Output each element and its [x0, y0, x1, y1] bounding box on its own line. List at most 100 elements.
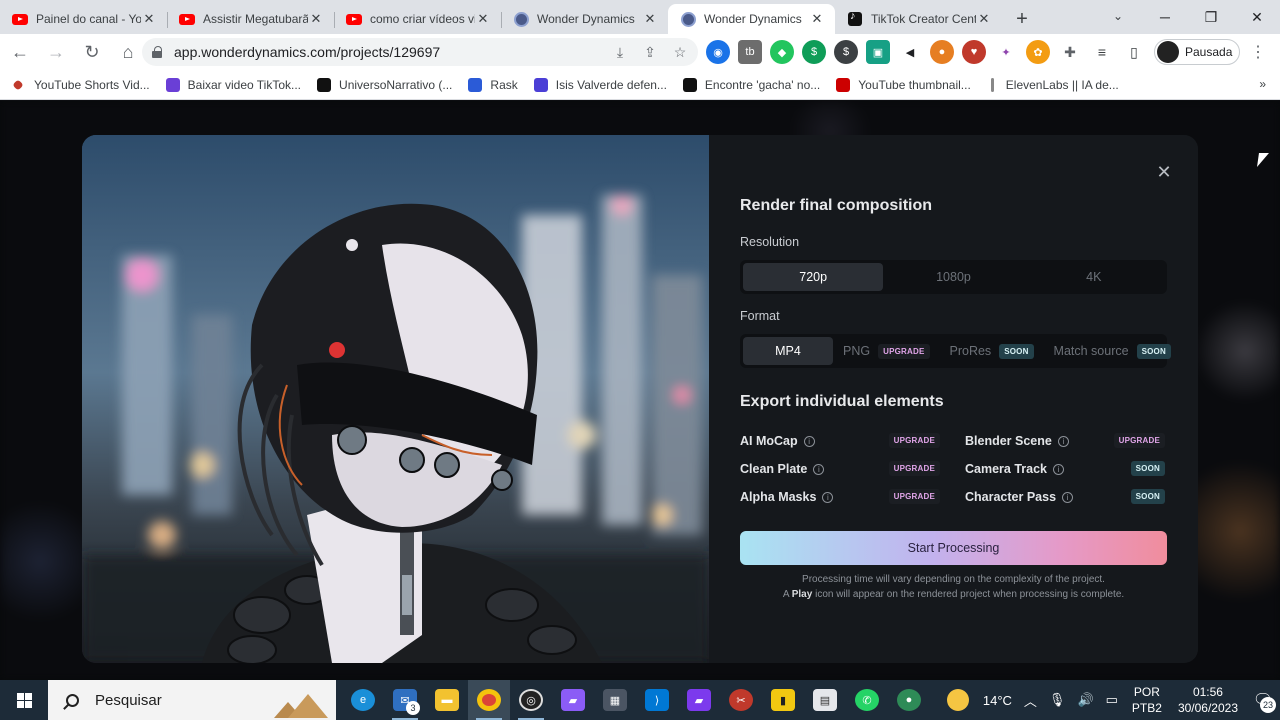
sparkle-extension-icon[interactable]: ✦: [994, 40, 1018, 64]
profile-button[interactable]: Pausada: [1154, 39, 1240, 65]
taskbar-app-explorer[interactable]: ▬: [426, 680, 468, 720]
format-option-png[interactable]: PNG UPGRADE: [833, 337, 940, 365]
taskbar-app-snipping[interactable]: ✂: [720, 680, 762, 720]
close-icon[interactable]: ✕: [1153, 161, 1175, 183]
extension-icon[interactable]: ♥: [962, 40, 986, 64]
element-blender-scene[interactable]: Blender Scene i UPGRADE: [965, 432, 1165, 450]
info-icon[interactable]: i: [1062, 491, 1074, 503]
mail-badge: 3: [406, 701, 420, 715]
browser-tab[interactable]: Assistir Megatubarão 2 ✕: [167, 4, 334, 34]
close-tab-icon[interactable]: ✕: [809, 11, 825, 27]
element-alpha-masks[interactable]: Alpha Masks i UPGRADE: [740, 488, 940, 506]
close-tab-icon[interactable]: ✕: [642, 11, 658, 27]
puzzle-extensions-icon[interactable]: ✚: [1058, 40, 1082, 64]
taskbar-app-mail[interactable]: ✉ 3: [384, 680, 426, 720]
bookmark-star-icon[interactable]: ☆: [670, 42, 690, 62]
bookmark-item[interactable]: YouTube Shorts Vid...: [12, 78, 150, 92]
volume-icon[interactable]: 🔊: [1077, 692, 1093, 708]
element-character-pass[interactable]: Character Pass i SOON: [965, 488, 1165, 506]
format-option-mp4[interactable]: MP4: [743, 337, 833, 365]
share-icon[interactable]: ⇪: [640, 42, 660, 62]
install-app-icon[interactable]: ⤓: [610, 42, 630, 62]
weather-icon[interactable]: [946, 689, 969, 711]
close-window-icon[interactable]: ✕: [1234, 0, 1280, 34]
taskbar-app-whatsapp[interactable]: ✆: [846, 680, 888, 720]
extension-icon[interactable]: ◆: [770, 40, 794, 64]
close-tab-icon[interactable]: ✕: [475, 11, 491, 27]
dollar-extension-icon[interactable]: $: [834, 40, 858, 64]
format-option-match-source[interactable]: Match source SOON: [1044, 337, 1181, 365]
taskbar-app-vscode[interactable]: ⟩: [636, 680, 678, 720]
browser-tab[interactable]: TikTok Creator Center ✕: [835, 4, 1002, 34]
extension-icon[interactable]: ✿: [1026, 40, 1050, 64]
info-icon[interactable]: i: [803, 435, 815, 447]
address-bar[interactable]: app.wonderdynamics.com/projects/129697 ⤓…: [142, 38, 698, 66]
close-tab-icon[interactable]: ✕: [308, 11, 324, 27]
lock-icon[interactable]: [152, 46, 162, 58]
info-icon[interactable]: i: [822, 491, 834, 503]
taskbar-app-obs[interactable]: ◎: [510, 680, 552, 720]
info-icon[interactable]: i: [1053, 463, 1065, 475]
extension-icon[interactable]: tb: [738, 40, 762, 64]
taskbar-app-maps[interactable]: ●: [888, 680, 930, 720]
side-panel-icon[interactable]: ▯: [1124, 42, 1144, 62]
extension-icon[interactable]: ●: [930, 40, 954, 64]
format-option-prores[interactable]: ProRes SOON: [940, 337, 1044, 365]
speaker-extension-icon[interactable]: ◀: [898, 40, 922, 64]
dollar-extension-icon[interactable]: $: [802, 40, 826, 64]
info-icon[interactable]: i: [1057, 435, 1069, 447]
taskbar-app-power-bi[interactable]: ▮: [762, 680, 804, 720]
taskbar-app-notepad[interactable]: ▤: [804, 680, 846, 720]
resolution-option-720p[interactable]: 720p: [743, 263, 884, 291]
browser-tab-active[interactable]: Wonder Dynamics ✕: [668, 4, 835, 34]
bookmark-item[interactable]: ElevenLabs || IA de...: [987, 77, 1119, 92]
bookmark-item[interactable]: UniversoNarrativo (...: [317, 77, 452, 92]
keyboard-layout[interactable]: POR PTB2: [1132, 684, 1162, 716]
taskbar-app-calculator[interactable]: ▦: [594, 680, 636, 720]
close-tab-icon[interactable]: ✕: [141, 11, 157, 27]
element-clean-plate[interactable]: Clean Plate i UPGRADE: [740, 460, 940, 478]
reading-list-icon[interactable]: ≡: [1092, 42, 1112, 62]
taskbar-search-box[interactable]: Pesquisar: [48, 680, 336, 720]
new-tab-button[interactable]: +: [1002, 4, 1042, 34]
bookmark-item[interactable]: Isis Valverde defen...: [533, 77, 667, 92]
taskbar-app-clipchamp-2[interactable]: ▰: [678, 680, 720, 720]
more-bookmarks-icon[interactable]: »: [1259, 77, 1266, 91]
bookmark-item[interactable]: Encontre 'gacha' no...: [682, 77, 820, 92]
extension-icon[interactable]: ◉: [706, 40, 730, 64]
forward-arrow-icon[interactable]: →: [40, 36, 72, 68]
bookmark-item[interactable]: Rask: [468, 77, 518, 92]
back-arrow-icon[interactable]: ←: [4, 36, 36, 68]
extension-icon[interactable]: ▣: [866, 40, 890, 64]
bookmark-item[interactable]: Baixar video TikTok...: [165, 77, 302, 92]
home-icon[interactable]: ⌂: [112, 36, 144, 68]
menu-kebab-icon[interactable]: ⋮: [1248, 42, 1268, 62]
taskbar-app-chrome[interactable]: [468, 680, 510, 720]
minimize-icon[interactable]: ─: [1142, 0, 1188, 34]
bookmark-item[interactable]: YouTube thumbnail...: [836, 77, 971, 92]
resolution-option-1080p[interactable]: 1080p: [883, 263, 1023, 291]
element-ai-mocap[interactable]: AI MoCap i UPGRADE: [740, 432, 940, 450]
bookmark-label: Baixar video TikTok...: [187, 77, 302, 92]
browser-tab[interactable]: Painel do canal - YouTube Studio ✕: [0, 4, 167, 34]
reload-icon[interactable]: ↻: [76, 36, 108, 68]
show-hidden-icons-icon[interactable]: ︿: [1024, 691, 1037, 710]
info-icon[interactable]: i: [813, 463, 825, 475]
notifications-button[interactable]: 🗨23: [1246, 680, 1280, 720]
windows-start-button[interactable]: [0, 680, 48, 720]
element-camera-track[interactable]: Camera Track i SOON: [965, 460, 1165, 478]
url-text[interactable]: app.wonderdynamics.com/projects/129697: [174, 44, 440, 60]
start-processing-button[interactable]: Start Processing: [740, 531, 1167, 565]
tab-search-chevron-icon[interactable]: ⌄: [1106, 6, 1130, 26]
temperature[interactable]: 14°C: [983, 693, 1012, 708]
browser-tab[interactable]: Wonder Dynamics ✕: [501, 4, 668, 34]
browser-tab[interactable]: como criar vídeos virais ✕: [334, 4, 501, 34]
taskbar-app-edge[interactable]: e: [342, 680, 384, 720]
microphone-icon[interactable]: 🎙: [1049, 692, 1066, 708]
taskbar-app-clipchamp[interactable]: ▰: [552, 680, 594, 720]
close-tab-icon[interactable]: ✕: [976, 11, 992, 27]
restore-icon[interactable]: ❐: [1188, 0, 1234, 34]
network-icon[interactable]: ▭: [1106, 692, 1118, 708]
resolution-option-4k[interactable]: 4K: [1024, 263, 1164, 291]
clock[interactable]: 01:56 30/06/2023: [1178, 684, 1238, 716]
